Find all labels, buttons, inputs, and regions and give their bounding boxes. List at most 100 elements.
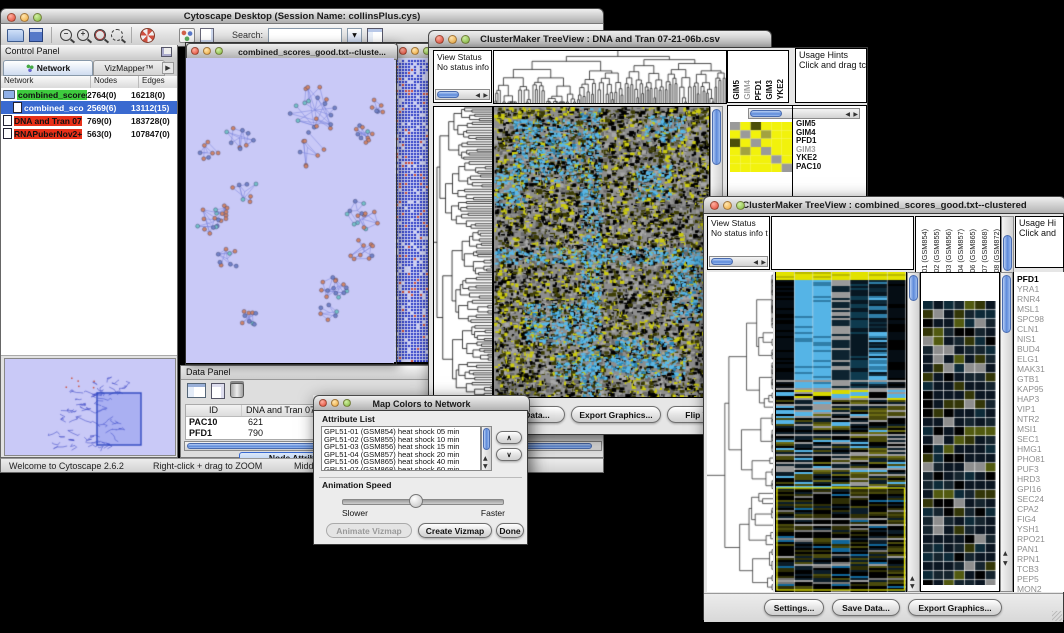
zoom-window-icon[interactable] — [461, 35, 470, 44]
birdseye-view[interactable] — [4, 358, 176, 456]
column-label[interactable]: YKE2 — [776, 79, 785, 100]
scrollbar-thumb[interactable] — [1002, 275, 1011, 333]
gene-label[interactable]: HRD3 — [1014, 474, 1064, 484]
close-icon[interactable] — [710, 201, 719, 210]
create-vizmap-button[interactable]: Create Vizmap — [418, 523, 492, 538]
gene-label[interactable]: SEC24 — [1014, 494, 1064, 504]
scroll-down-icon[interactable]: ▼ — [910, 583, 915, 590]
zoom-out-icon[interactable]: − — [60, 29, 72, 41]
close-icon[interactable] — [319, 399, 327, 407]
zoom-vscrollbar[interactable]: ▲ ▼ — [1000, 272, 1013, 592]
column-dendrogram[interactable] — [493, 50, 727, 104]
minimize-icon[interactable] — [203, 47, 211, 55]
search-dropdown-icon[interactable]: ▼ — [347, 28, 362, 43]
gene-label[interactable]: MSI1 — [1014, 424, 1064, 434]
gene-label[interactable]: BUD4 — [1014, 344, 1064, 354]
table-row-selected[interactable]: combined_sco 2569(6) 13112(15) — [1, 101, 177, 114]
column-label[interactable]: GIM5 — [732, 80, 741, 100]
gene-label[interactable]: PEP5 — [1014, 574, 1064, 584]
save-data-button[interactable]: Save Data... — [832, 599, 900, 616]
settings-button[interactable]: Settings... — [764, 599, 824, 616]
gene-label[interactable]: FIG4 — [1014, 514, 1064, 524]
gene-label[interactable]: MAK31 — [1014, 364, 1064, 374]
scroll-up-icon[interactable]: ▲ — [1003, 550, 1008, 557]
network-view-canvas[interactable] — [186, 58, 394, 363]
col-network[interactable]: Network — [1, 76, 91, 88]
gene-label[interactable]: RPN1 — [1014, 554, 1064, 564]
column-label[interactable]: PAC10 — [787, 75, 789, 100]
view-status-hscrollbar[interactable]: ◀ ▶ — [435, 89, 490, 100]
view-status-hscrollbar[interactable]: ◀ ▶ — [709, 256, 768, 267]
scrollbar-thumb[interactable] — [750, 110, 782, 117]
gene-label[interactable]: GTB1 — [1014, 374, 1064, 384]
gene-label[interactable]: ELG1 — [1014, 354, 1064, 364]
done-button[interactable]: Done — [496, 523, 524, 538]
tab-network[interactable]: Network — [3, 60, 93, 76]
scrollbar-thumb[interactable] — [483, 428, 490, 450]
heatmap-main[interactable] — [775, 272, 907, 592]
minimize-icon[interactable] — [723, 201, 732, 210]
new-attribute-icon[interactable] — [211, 383, 225, 399]
gene-label[interactable]: RNR4 — [1014, 294, 1064, 304]
search-input[interactable] — [268, 28, 342, 43]
scrollbar-thumb[interactable] — [711, 258, 733, 265]
minimize-icon[interactable] — [20, 13, 29, 22]
row-label[interactable]: PAC10 — [796, 163, 821, 172]
zoom-heatmap[interactable] — [923, 301, 996, 585]
gene-label[interactable]: GPI16 — [1014, 484, 1064, 494]
animation-speed-slider[interactable] — [342, 499, 504, 505]
move-down-button[interactable]: ∨ — [496, 448, 522, 461]
gene-label[interactable]: HMG1 — [1014, 444, 1064, 454]
heatmap-main[interactable] — [493, 106, 710, 398]
scroll-right-icon[interactable]: ▶ — [761, 259, 766, 266]
row-dendrogram[interactable] — [433, 106, 493, 398]
export-graphics-button[interactable]: Export Graphics... — [908, 599, 1002, 616]
scroll-right-icon[interactable]: ▶ — [853, 111, 858, 118]
open-session-icon[interactable] — [7, 29, 24, 42]
id-column-header[interactable]: ID — [186, 405, 242, 416]
gene-label[interactable]: RPO21 — [1014, 534, 1064, 544]
scroll-left-icon[interactable]: ◀ — [475, 92, 480, 99]
gene-label[interactable]: CPA2 — [1014, 504, 1064, 514]
zoom-in-icon[interactable]: + — [77, 29, 89, 41]
scroll-right-icon[interactable]: ▶ — [483, 92, 488, 99]
tab-overflow-icon[interactable]: ▶ — [162, 62, 174, 74]
minimize-icon[interactable] — [331, 399, 339, 407]
gene-label[interactable]: SPC98 — [1014, 314, 1064, 324]
gene-label[interactable]: YRA1 — [1014, 284, 1064, 294]
tab-vizmapper[interactable]: VizMapper™ — [93, 60, 165, 76]
scrollbar-thumb[interactable] — [437, 91, 459, 98]
minimize-icon[interactable] — [411, 47, 419, 55]
row-dendrogram[interactable] — [707, 272, 773, 592]
move-up-button[interactable]: ∧ — [496, 431, 522, 444]
select-attributes-icon[interactable] — [187, 383, 206, 398]
scroll-up-icon[interactable]: ▲ — [910, 575, 915, 582]
close-icon[interactable] — [435, 35, 444, 44]
close-icon[interactable] — [399, 47, 407, 55]
save-session-icon[interactable] — [29, 28, 43, 42]
attribute-item[interactable]: GPL51-07 (GSM868) heat shock 60 min — [322, 466, 480, 472]
column-label[interactable]: GIM4 — [743, 80, 752, 100]
gene-label[interactable]: KAP95 — [1014, 384, 1064, 394]
gene-label[interactable]: CLN1 — [1014, 324, 1064, 334]
close-icon[interactable] — [191, 47, 199, 55]
close-icon[interactable] — [7, 13, 16, 22]
gene-label[interactable]: YSH1 — [1014, 524, 1064, 534]
scroll-down-icon[interactable]: ▼ — [483, 463, 488, 470]
gene-label[interactable]: MSL1 — [1014, 304, 1064, 314]
gene-label[interactable]: PAN1 — [1014, 544, 1064, 554]
gene-label[interactable]: PUF3 — [1014, 464, 1064, 474]
gene-label[interactable]: VIP1 — [1014, 404, 1064, 414]
export-graphics-button[interactable]: Export Graphics... — [571, 406, 661, 423]
gene-label[interactable]: SEC1 — [1014, 434, 1064, 444]
gene-label[interactable]: TCB3 — [1014, 564, 1064, 574]
scrollbar-thumb[interactable] — [1003, 235, 1012, 271]
scroll-left-icon[interactable]: ◀ — [753, 259, 758, 266]
col-edges[interactable]: Edges — [139, 76, 177, 88]
table-row[interactable]: DNA and Tran 07 769(0) 183728(0) — [1, 114, 177, 127]
scrollbar-thumb[interactable] — [909, 275, 918, 301]
delete-attribute-icon[interactable] — [230, 383, 244, 398]
zoom-window-icon[interactable] — [215, 47, 223, 55]
col-nodes[interactable]: Nodes — [91, 76, 139, 88]
zoom-window-icon[interactable] — [33, 13, 42, 22]
